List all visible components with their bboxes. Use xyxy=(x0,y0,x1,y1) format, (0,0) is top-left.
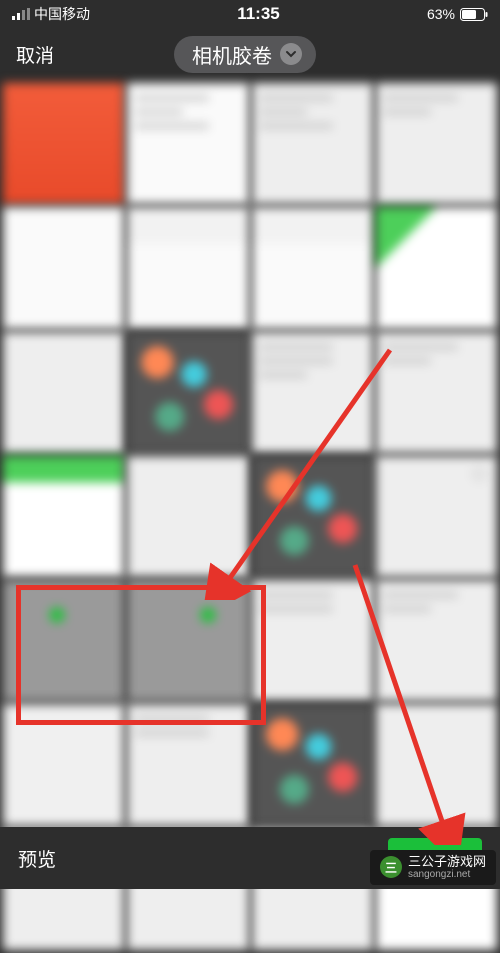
photo-thumb[interactable] xyxy=(252,580,373,701)
photo-thumb[interactable] xyxy=(252,704,373,825)
watermark: 三 三公子游戏网 sangongzi.net xyxy=(370,850,496,885)
photo-thumb[interactable] xyxy=(3,456,124,577)
clock: 11:35 xyxy=(237,4,280,24)
album-selector[interactable]: 相机胶卷 xyxy=(174,36,316,73)
photo-thumb[interactable] xyxy=(376,704,497,825)
photo-thumb[interactable] xyxy=(127,704,248,825)
watermark-text: 三公子游戏网 xyxy=(408,855,486,869)
photo-thumb[interactable] xyxy=(3,580,124,701)
photo-thumb[interactable] xyxy=(127,332,248,453)
preview-button[interactable]: 预览 xyxy=(18,845,56,872)
nav-bar: 取消 相机胶卷 xyxy=(0,28,500,80)
photo-thumb[interactable] xyxy=(3,332,124,453)
status-bar: 中国移动 11:35 63% xyxy=(0,0,500,28)
selection-ring-icon xyxy=(467,462,491,486)
photo-thumb[interactable] xyxy=(3,83,124,204)
photo-thumb[interactable] xyxy=(376,580,497,701)
carrier-label: 中国移动 xyxy=(34,4,90,24)
photo-thumb[interactable] xyxy=(376,332,497,453)
photo-thumb[interactable] xyxy=(252,207,373,328)
photo-thumb[interactable] xyxy=(376,207,497,328)
chevron-down-icon xyxy=(280,43,302,65)
watermark-badge-icon: 三 xyxy=(380,856,402,878)
photo-thumb[interactable] xyxy=(3,207,124,328)
watermark-url: sangongzi.net xyxy=(408,869,486,880)
photo-thumb[interactable] xyxy=(127,83,248,204)
album-title: 相机胶卷 xyxy=(192,40,272,69)
battery-label: 63% xyxy=(427,6,455,22)
signal-icon xyxy=(12,8,30,20)
photo-grid xyxy=(0,80,500,953)
battery-icon xyxy=(460,8,488,21)
photo-thumb[interactable] xyxy=(252,456,373,577)
photo-thumb[interactable] xyxy=(3,704,124,825)
photo-thumb[interactable] xyxy=(127,456,248,577)
photo-thumb[interactable] xyxy=(376,456,497,577)
photo-thumb[interactable] xyxy=(376,83,497,204)
photo-thumb[interactable] xyxy=(127,207,248,328)
cancel-button[interactable]: 取消 xyxy=(16,41,54,68)
photo-thumb[interactable] xyxy=(127,580,248,701)
photo-thumb[interactable] xyxy=(252,332,373,453)
photo-thumb[interactable] xyxy=(252,83,373,204)
